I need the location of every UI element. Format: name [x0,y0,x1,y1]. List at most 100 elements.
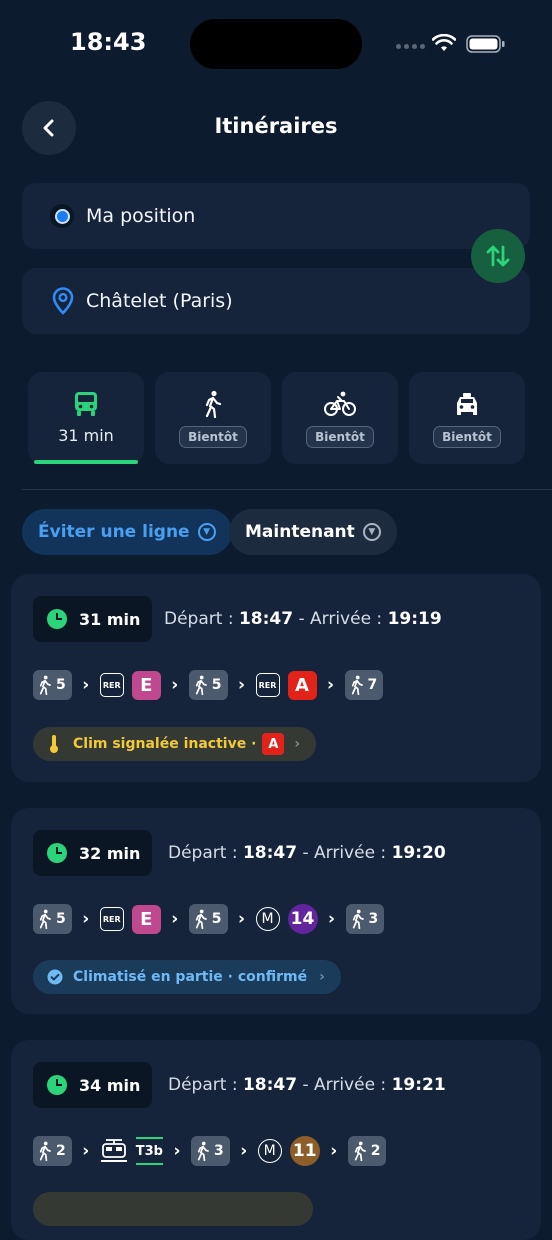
chevron-right-icon: › [82,1141,90,1161]
route-card[interactable]: 31 min Départ : 18:47 - Arrivée : 19:19 … [11,574,541,782]
walk-step: 5 [33,670,72,700]
current-location-icon [50,204,74,228]
walk-icon [354,1141,366,1161]
walk-step: 5 [188,904,228,934]
route-times: Départ : 18:47 - Arrivée : 19:21 [168,1075,446,1095]
swap-button[interactable] [471,229,525,283]
walk-step: 3 [345,904,385,934]
walk-icon [352,909,364,929]
alert-partial[interactable] [33,1192,313,1226]
line-badge: E [131,904,161,934]
walk-icon [195,909,207,929]
chevron-down-icon: ▼ [362,523,381,541]
metro-logo: M [257,1139,282,1163]
soon-badge: Bientôt [433,426,501,448]
dynamic-island [190,19,362,69]
walk-icon [195,675,207,695]
mode-tab-transit[interactable]: 31 min [28,372,144,464]
line-badge: A [287,670,317,700]
battery-icon [466,35,506,57]
aircon-alert-text: Clim signalée inactive · [73,736,257,752]
walk-icon [197,1141,209,1161]
walk-icon [39,675,51,695]
duration-badge: 31 min [33,596,153,642]
walk-icon [39,1141,51,1161]
chevron-right-icon: › [330,1141,338,1161]
check-circle-icon [47,969,63,985]
avoid-line-button[interactable]: Éviter une ligne ▼ [22,509,232,555]
walk-step: 7 [344,670,384,700]
clock-icon [47,843,67,863]
rer-logo: RER [99,907,124,931]
duration-text: 34 min [79,1075,141,1095]
transit-duration: 31 min [58,426,114,445]
chevron-right-icon: › [171,909,179,929]
walk-icon [203,390,223,418]
swap-arrows-icon [486,245,510,267]
route-card[interactable]: 34 min Départ : 18:47 - Arrivée : 19:21 … [11,1040,541,1240]
active-tab-indicator [34,460,138,464]
duration-badge: 34 min [33,1062,153,1108]
mode-tab-bike[interactable]: Bientôt [282,372,398,464]
rer-logo: RER [99,673,124,697]
route-steps: 5 › RER E › 5 › RER A › 7 [33,670,384,700]
route-steps: 5 › RER E › 5 › M 14 › 3 [33,904,385,934]
divider [22,489,552,490]
route-card[interactable]: 32 min Départ : 18:47 - Arrivée : 19:20 … [11,808,541,1014]
thermometer-icon [50,735,58,753]
departure-time-button[interactable]: Maintenant ▼ [229,509,397,555]
destination-field[interactable]: Châtelet (Paris) [22,268,530,334]
destination-label: Châtelet (Paris) [86,290,233,312]
chevron-right-icon: › [173,1141,181,1161]
bus-icon [74,390,98,418]
walk-step: 5 [188,670,228,700]
aircon-info-text: Climatisé en partie · confirmé [73,969,308,985]
walk-icon [39,909,51,929]
chevron-right-icon: › [294,736,301,752]
mode-tab-walk[interactable]: Bientôt [155,372,271,464]
line-badge: 11 [289,1136,320,1166]
chevron-right-icon: › [82,909,90,929]
chevron-right-icon: › [82,675,90,695]
wifi-icon [431,33,457,56]
line-badge: A [262,733,285,755]
soon-badge: Bientôt [306,426,374,448]
walk-step: 5 [33,904,72,934]
route-steps: 2 › T3b › 3 › M 11 › 2 [33,1136,387,1166]
route-times: Départ : 18:47 - Arrivée : 19:20 [168,843,446,863]
line-badge: T3b [135,1137,163,1165]
clock-icon [47,1075,67,1095]
chevron-right-icon: › [237,675,245,695]
clock-icon [47,609,67,629]
walk-icon [351,675,363,695]
route-times: Départ : 18:47 - Arrivée : 19:19 [164,609,442,629]
cellular-signal-icon [396,44,428,50]
chevron-right-icon: › [240,1141,248,1161]
origin-field[interactable]: Ma position [22,183,530,249]
chevron-right-icon: › [326,675,334,695]
walk-step: 3 [190,1136,230,1166]
status-time: 18:43 [70,28,147,56]
soon-badge: Bientôt [179,426,247,448]
line-badge: E [131,670,161,700]
bike-icon [324,390,356,418]
chevron-right-icon: › [171,675,179,695]
duration-badge: 32 min [33,830,153,876]
avoid-line-label: Éviter une ligne [38,522,190,542]
aircon-alert[interactable]: Clim signalée inactive · A › [33,727,317,761]
chevron-right-icon: › [237,909,245,929]
duration-text: 31 min [79,609,141,629]
taxi-icon [454,390,480,418]
aircon-info[interactable]: Climatisé en partie · confirmé › [33,960,341,994]
origin-label: Ma position [86,205,196,227]
chevron-right-icon: › [327,909,335,929]
rer-logo: RER [255,673,280,697]
line-badge: 14 [287,904,318,934]
mode-tab-taxi[interactable]: Bientôt [409,372,525,464]
tram-icon [100,1138,128,1164]
page-title: Itinéraires [214,114,338,138]
walk-step: 2 [33,1136,72,1166]
chevron-down-icon: ▼ [197,523,216,541]
location-pin-icon [52,287,74,315]
duration-text: 32 min [79,843,141,863]
